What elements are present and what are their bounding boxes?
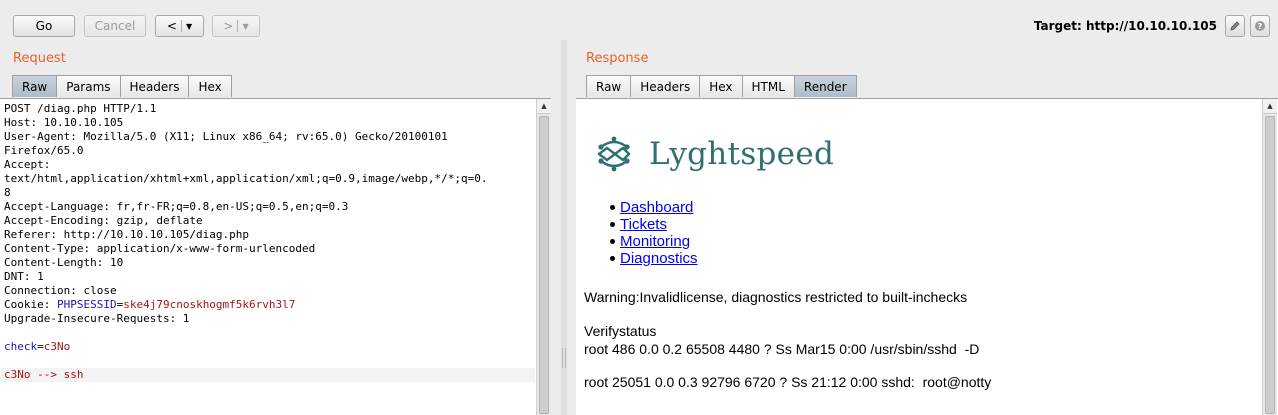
nav-item-diagnostics: Diagnostics xyxy=(610,250,698,267)
process-line: root 486 0.0 0.2 65508 4480 ? Ss Mar15 0… xyxy=(584,341,980,357)
response-tabs: Raw Headers Hex HTML Render xyxy=(586,75,857,98)
request-editor[interactable]: POST /diag.php HTTP/1.1 Host: 10.10.10.1… xyxy=(0,98,551,415)
request-text[interactable]: POST /diag.php HTTP/1.1 Host: 10.10.10.1… xyxy=(4,102,487,382)
nav-item-tickets: Tickets xyxy=(610,216,698,233)
tab-raw[interactable]: Raw xyxy=(586,75,632,97)
help-button[interactable]: ? xyxy=(1250,15,1270,37)
target-label: Target: http://10.10.10.105 xyxy=(1033,19,1217,33)
header-line: Firefox/65.0 xyxy=(4,144,84,157)
tab-hex[interactable]: Hex xyxy=(699,75,743,97)
cookie-name: PHPSESSID xyxy=(56,298,117,311)
nav-link-dashboard[interactable]: Dashboard xyxy=(620,199,693,216)
tab-html[interactable]: HTML xyxy=(741,75,795,97)
nav-item-dashboard: Dashboard xyxy=(610,199,698,216)
header-line: Connection: close xyxy=(4,284,117,297)
nav-link-diagnostics[interactable]: Diagnostics xyxy=(620,250,698,267)
lyghtspeed-logo-icon xyxy=(597,136,631,172)
back-button-label: < xyxy=(166,19,177,33)
tab-headers[interactable]: Headers xyxy=(630,75,701,97)
tab-hex[interactable]: Hex xyxy=(188,75,232,97)
chevron-down-icon[interactable]: ▼ xyxy=(186,22,192,31)
header-line: Content-Type: application/x-www-form-url… xyxy=(4,242,316,255)
response-render: Lyghtspeed Dashboard Tickets Monitoring … xyxy=(576,98,1278,415)
param-eq: = xyxy=(37,340,44,353)
request-line: POST /diag.php HTTP/1.1 xyxy=(4,102,157,115)
nav-link-monitoring[interactable]: Monitoring xyxy=(620,233,690,250)
header-line: DNT: 1 xyxy=(4,270,44,283)
tab-headers[interactable]: Headers xyxy=(119,75,190,97)
param-value: c3No xyxy=(43,340,71,353)
cookie-prefix: Cookie: xyxy=(4,298,57,311)
scroll-up-icon[interactable]: ▲ xyxy=(1263,99,1277,114)
back-button[interactable]: < ▼ xyxy=(155,15,204,37)
license-warning: Warning:Invalidlicense, diagnostics rest… xyxy=(584,289,968,305)
header-line: Content-Length: 10 xyxy=(4,256,124,269)
scroll-up-icon[interactable]: ▲ xyxy=(537,99,551,114)
edit-target-button[interactable] xyxy=(1225,15,1245,37)
cookie-value: ske4j79cnoskhogmf5k6rvh3l7 xyxy=(123,298,296,311)
chevron-down-icon[interactable]: ▼ xyxy=(242,22,248,31)
cancel-button[interactable]: Cancel xyxy=(84,15,146,37)
header-line: Accept: xyxy=(4,158,51,171)
panel-splitter[interactable] xyxy=(561,40,567,415)
header-line: Upgrade-Insecure-Requests: 1 xyxy=(4,312,190,325)
toolbar: Go Cancel < ▼ > ▼ Target: http://10.10.1… xyxy=(0,0,1278,48)
svg-text:?: ? xyxy=(1258,22,1263,31)
logo-text: Lyghtspeed xyxy=(649,136,835,172)
param-name: check xyxy=(4,340,38,353)
header-line: Accept-Encoding: gzip, deflate xyxy=(4,214,203,227)
request-tabs: Raw Params Headers Hex xyxy=(12,75,232,98)
response-title: Response xyxy=(586,51,649,66)
header-line: Host: 10.10.10.105 xyxy=(4,116,124,129)
nav-item-monitoring: Monitoring xyxy=(610,233,698,250)
request-scrollbar[interactable]: ▲ xyxy=(536,99,551,415)
header-line: text/html,application/xhtml+xml,applicat… xyxy=(4,172,488,185)
cancel-button-label: Cancel xyxy=(94,19,136,33)
header-line: User-Agent: Mozilla/5.0 (X11; Linux x86_… xyxy=(4,130,448,143)
help-icon: ? xyxy=(1255,21,1265,31)
nav-link-tickets[interactable]: Tickets xyxy=(620,216,667,233)
edit-icon xyxy=(1230,21,1240,31)
go-button-label: Go xyxy=(35,19,53,33)
header-line: Accept-Language: fr,fr-FR;q=0.8,en-US;q=… xyxy=(4,200,349,213)
header-line: 8 xyxy=(4,186,11,199)
process-line: root 25051 0.0 0.3 92796 6720 ? Ss 21:12… xyxy=(584,374,992,390)
tab-render[interactable]: Render xyxy=(793,75,857,97)
request-title: Request xyxy=(13,51,66,66)
verify-status-title: Verifystatus xyxy=(584,323,657,339)
header-line: Referer: http://10.10.10.105/diag.php xyxy=(4,228,250,241)
go-button[interactable]: Go xyxy=(13,15,75,37)
scroll-thumb[interactable] xyxy=(1265,116,1275,414)
tab-params[interactable]: Params xyxy=(56,75,121,97)
scroll-thumb[interactable] xyxy=(539,116,549,414)
tab-raw[interactable]: Raw xyxy=(12,75,58,97)
site-nav: Dashboard Tickets Monitoring Diagnostics xyxy=(610,199,698,267)
response-scrollbar[interactable]: ▲ xyxy=(1262,99,1277,415)
note-line: c3No --> ssh xyxy=(4,368,84,381)
forward-button[interactable]: > ▼ xyxy=(212,15,260,37)
splitter-grip[interactable] xyxy=(562,348,566,368)
forward-button-label: > xyxy=(223,19,234,33)
site-logo: Lyghtspeed xyxy=(593,133,834,175)
